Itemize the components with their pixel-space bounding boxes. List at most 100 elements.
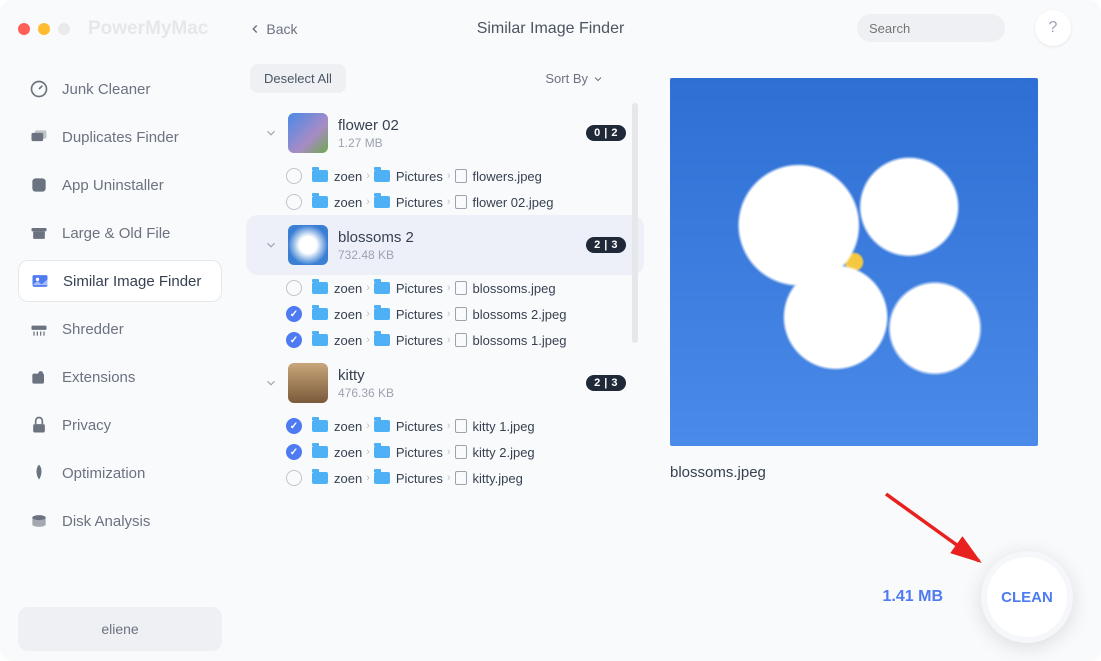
file-checkbox[interactable] <box>286 168 302 184</box>
archive-icon <box>28 222 50 244</box>
file-checkbox[interactable] <box>286 444 302 460</box>
clean-button[interactable]: CLEAN <box>981 551 1073 643</box>
group-header[interactable]: kitty 476.36 KB 2 | 3 <box>246 353 644 413</box>
group-thumbnail <box>288 225 328 265</box>
close-window-icon[interactable] <box>18 23 30 35</box>
group-thumbnail <box>288 363 328 403</box>
file-checkbox[interactable] <box>286 306 302 322</box>
file-row[interactable]: zoen›Pictures› flower 02.jpeg <box>240 189 650 215</box>
path-segment: Pictures <box>396 169 443 184</box>
file-checkbox[interactable] <box>286 418 302 434</box>
group-name: flower 02 <box>338 117 586 134</box>
group-header[interactable]: flower 02 1.27 MB 0 | 2 <box>246 103 644 163</box>
sidebar-item-junk-cleaner[interactable]: Junk Cleaner <box>18 68 222 110</box>
maximize-window-icon[interactable] <box>58 23 70 35</box>
path-segment: Pictures <box>396 307 443 322</box>
folder-icon <box>374 308 390 320</box>
group-size: 732.48 KB <box>338 248 586 262</box>
path-segment: Pictures <box>396 195 443 210</box>
file-icon <box>455 169 467 183</box>
group-size: 1.27 MB <box>338 136 586 150</box>
window-controls[interactable] <box>18 23 70 35</box>
sidebar-item-large-old-file[interactable]: Large & Old File <box>18 212 222 254</box>
file-name: kitty 2.jpeg <box>473 445 535 460</box>
folder-icon <box>312 446 328 458</box>
path-separator-icon: › <box>447 446 451 458</box>
back-button[interactable]: Back <box>248 21 297 37</box>
folder-icon <box>374 170 390 182</box>
path-separator-icon: › <box>366 420 370 432</box>
scrollbar[interactable] <box>632 103 638 533</box>
path-separator-icon: › <box>366 472 370 484</box>
scrollbar-thumb[interactable] <box>632 103 638 343</box>
file-icon <box>455 333 467 347</box>
folder-icon <box>374 472 390 484</box>
file-icon <box>455 471 467 485</box>
file-icon <box>455 445 467 459</box>
path-segment: zoen <box>334 195 362 210</box>
sidebar-item-label: Privacy <box>62 417 111 434</box>
group-name: kitty <box>338 367 586 384</box>
path-separator-icon: › <box>366 308 370 320</box>
disk-icon <box>28 510 50 532</box>
file-name: blossoms 1.jpeg <box>473 333 567 348</box>
file-row[interactable]: zoen›Pictures› kitty 1.jpeg <box>240 413 650 439</box>
gauge-icon <box>28 78 50 100</box>
file-checkbox[interactable] <box>286 332 302 348</box>
file-row[interactable]: zoen›Pictures› blossoms 1.jpeg <box>240 327 650 353</box>
group-header[interactable]: blossoms 2 732.48 KB 2 | 3 <box>246 215 644 275</box>
sidebar-item-duplicates-finder[interactable]: Duplicates Finder <box>18 116 222 158</box>
sidebar-item-shredder[interactable]: Shredder <box>18 308 222 350</box>
file-checkbox[interactable] <box>286 194 302 210</box>
search-box[interactable] <box>857 14 1005 42</box>
sidebar-item-similar-image-finder[interactable]: Similar Image Finder <box>18 260 222 302</box>
sidebar-item-app-uninstaller[interactable]: App Uninstaller <box>18 164 222 206</box>
path-segment: zoen <box>334 307 362 322</box>
file-checkbox[interactable] <box>286 470 302 486</box>
chevron-down-icon <box>264 126 278 140</box>
path-separator-icon: › <box>366 282 370 294</box>
folder-icon <box>312 334 328 346</box>
folder-icon <box>312 282 328 294</box>
deselect-all-button[interactable]: Deselect All <box>250 64 346 93</box>
path-separator-icon: › <box>447 196 451 208</box>
folder-icon <box>374 446 390 458</box>
file-row[interactable]: zoen›Pictures› kitty 2.jpeg <box>240 439 650 465</box>
user-badge[interactable]: eliene <box>18 607 222 651</box>
sidebar-item-extensions[interactable]: Extensions <box>18 356 222 398</box>
path-segment: Pictures <box>396 281 443 296</box>
group-count-badge: 2 | 3 <box>586 237 626 253</box>
chevron-left-icon <box>248 22 262 36</box>
path-segment: zoen <box>334 471 362 486</box>
path-separator-icon: › <box>366 334 370 346</box>
groups-list: flower 02 1.27 MB 0 | 2 zoen›Pictures› f… <box>240 103 650 573</box>
file-row[interactable]: zoen›Pictures› flowers.jpeg <box>240 163 650 189</box>
folder-icon <box>312 196 328 208</box>
back-label: Back <box>266 21 297 37</box>
preview-image <box>670 78 1038 446</box>
group-name: blossoms 2 <box>338 229 586 246</box>
sidebar: Junk Cleaner Duplicates Finder App Unins… <box>0 58 240 661</box>
chevron-down-icon <box>264 376 278 390</box>
file-row[interactable]: zoen›Pictures› blossoms.jpeg <box>240 275 650 301</box>
minimize-window-icon[interactable] <box>38 23 50 35</box>
sidebar-item-label: Extensions <box>62 369 135 386</box>
path-segment: zoen <box>334 169 362 184</box>
file-icon <box>455 195 467 209</box>
chevron-down-icon <box>264 238 278 252</box>
file-row[interactable]: zoen›Pictures› blossoms 2.jpeg <box>240 301 650 327</box>
search-input[interactable] <box>869 21 1045 36</box>
group-thumbnail <box>288 113 328 153</box>
sidebar-item-privacy[interactable]: Privacy <box>18 404 222 446</box>
image-icon <box>29 270 51 292</box>
path-segment: Pictures <box>396 333 443 348</box>
folders-icon <box>28 126 50 148</box>
sidebar-item-optimization[interactable]: Optimization <box>18 452 222 494</box>
group-count-badge: 0 | 2 <box>586 125 626 141</box>
file-checkbox[interactable] <box>286 280 302 296</box>
help-button[interactable]: ? <box>1035 10 1071 46</box>
sidebar-item-disk-analysis[interactable]: Disk Analysis <box>18 500 222 542</box>
file-row[interactable]: zoen›Pictures› kitty.jpeg <box>240 465 650 491</box>
sort-by-dropdown[interactable]: Sort By <box>545 71 604 86</box>
app-brand: PowerMyMac <box>88 18 208 40</box>
